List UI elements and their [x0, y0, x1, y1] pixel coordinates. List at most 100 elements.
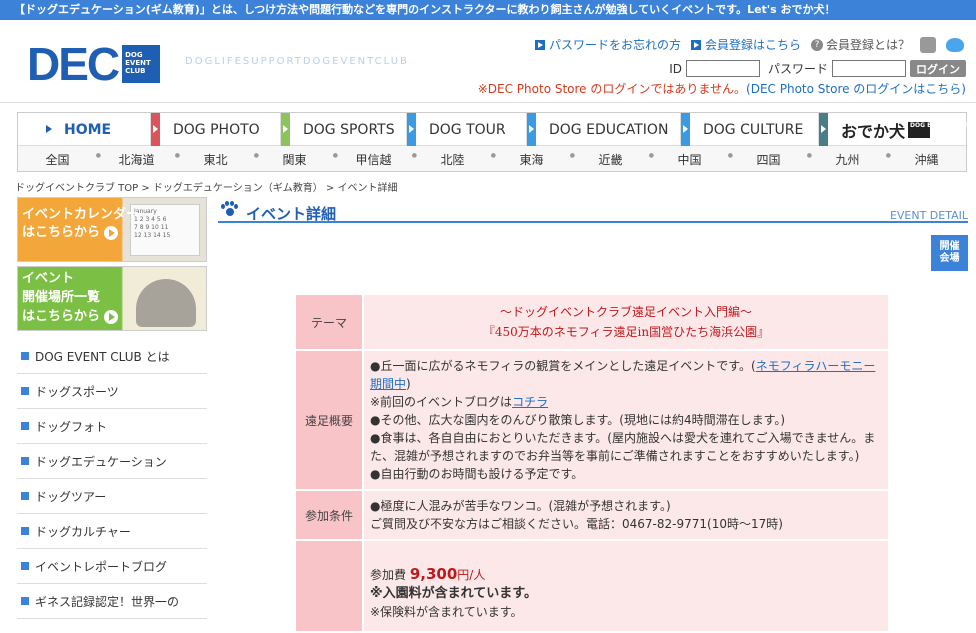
side-item-tour[interactable]: ドッグツアー	[17, 479, 207, 514]
fee-note: ※保険料が含まれています。	[370, 605, 523, 619]
calendar-icon: January 1 2 3 4 5 67 8 9 10 11 12 13 14 15	[130, 204, 200, 256]
region-kyushu[interactable]: 九州	[808, 151, 891, 168]
venue-list-banner[interactable]: イベント 開催場所一覧 はこちらから	[17, 266, 207, 331]
logo-text: DEC	[27, 38, 120, 90]
twitter-icon[interactable]	[946, 37, 964, 52]
question-icon: ?	[810, 38, 823, 51]
region-kanto[interactable]: 関東	[255, 151, 338, 168]
login-form: ID パスワード ログイン	[669, 60, 966, 77]
side-item-label: ドッグスポーツ	[35, 384, 119, 399]
arrow-square-icon	[690, 39, 701, 50]
region-koshinetsu[interactable]: 甲信越	[334, 151, 417, 168]
photo-notice-text: ※DEC Photo Store のログインではありません。	[477, 82, 747, 96]
overview-text: ●自由行動のお時間も設ける予定です。	[370, 467, 584, 481]
nav-dog-photo-label: DOG PHOTO	[173, 121, 260, 138]
section-header: イベント詳細 EVENT DETAIL	[218, 197, 968, 223]
region-kinki[interactable]: 近畿	[571, 151, 654, 168]
side-item-blog[interactable]: イベントレポートブログ	[17, 549, 207, 584]
forgot-password-link[interactable]: パスワードをお忘れの方	[534, 36, 681, 53]
fee-note: ※入園料が含まれています。	[370, 586, 537, 601]
side-item-about[interactable]: DOG EVENT CLUB とは	[17, 339, 207, 374]
nav-bar-icon	[407, 113, 416, 146]
nav-dog-education[interactable]: DOG EDUCATION	[527, 113, 681, 146]
about-member-link[interactable]: ? 会員登録とは？	[810, 36, 910, 53]
login-button[interactable]: ログイン	[910, 60, 966, 77]
side-item-label: DOG EVENT CLUB とは	[35, 349, 170, 364]
region-zenkoku[interactable]: 全国	[18, 151, 101, 168]
logo-tagline: DOGLIFESUPPORTDOGEVENTCLUB	[185, 56, 409, 67]
dog-photo	[136, 279, 196, 327]
password-input[interactable]	[832, 60, 906, 77]
fee-unit: 円/人	[457, 568, 486, 582]
logo-box: DOG EVENT CLUB	[122, 45, 161, 83]
region-hokuriku[interactable]: 北陸	[413, 151, 496, 168]
side-item-label: ドッグカルチャー	[35, 524, 131, 539]
banner-text: イベント 開催場所一覧 はこちらから	[22, 269, 119, 326]
region-tokai[interactable]: 東海	[492, 151, 575, 168]
sidebar: January 1 2 3 4 5 67 8 9 10 11 12 13 14 15…	[17, 197, 207, 619]
square-bullet-icon	[21, 422, 29, 430]
theme-label: テーマ	[296, 295, 362, 349]
arrow-right-icon	[104, 309, 119, 324]
event-calendar-banner[interactable]: January 1 2 3 4 5 67 8 9 10 11 12 13 14 15…	[17, 197, 207, 262]
id-label: ID	[669, 61, 682, 76]
nav-dog-culture-label: DOG CULTURE	[703, 121, 804, 138]
banner2-line3: はこちらから	[22, 309, 101, 324]
table-row: 遠足概要 ●丘一面に広がるネモフィラの観賞をメインとした遠足イベントです。(ネモ…	[296, 351, 888, 489]
nav-odekake[interactable]: おでか犬 DOG EVENT CLUB	[819, 113, 969, 146]
nav-dog-culture[interactable]: DOG CULTURE	[681, 113, 819, 146]
side-item-label: イベントレポートブログ	[35, 559, 168, 574]
side-item-photo[interactable]: ドッグフォト	[17, 409, 207, 444]
side-item-guinness[interactable]: ギネス記録認定！世界一の	[17, 584, 207, 619]
fee-value: 9,300	[409, 565, 458, 583]
breadcrumb[interactable]: ドッグイベントクラブ TOP > ドッグエデュケーション（ギム教育） > イベン…	[15, 179, 397, 194]
banner1-line1: イベントカレンダー	[22, 207, 140, 222]
theme-line2: 『450万本のネモフィラ遠足in国営ひたち海浜公園』	[482, 325, 770, 339]
condition-label: 参加条件	[296, 491, 362, 539]
square-bullet-icon	[21, 527, 29, 535]
nav-home[interactable]: HOME	[18, 113, 151, 146]
condition-text: ●極度に人混みが苦手なワンコ。(混雑が予想されます。)	[370, 499, 671, 513]
side-menu: DOG EVENT CLUB とは ドッグスポーツ ドッグフォト ドッグエデュケ…	[17, 339, 207, 619]
page-title: イベント詳細	[246, 205, 337, 223]
side-item-label: ドッグフォト	[35, 419, 108, 434]
main-navigation: HOME DOG PHOTO DOG SPORTS DOG TOUR DOG E…	[17, 112, 969, 172]
page-subtitle: EVENT DETAIL	[889, 209, 968, 222]
condition-text: ご質問及び不安な方はご相談ください。電話：0467-82-9771(10時〜17…	[370, 517, 783, 531]
nav-dog-sports[interactable]: DOG SPORTS	[281, 113, 407, 146]
banner1-line2: はこちらから	[22, 225, 101, 240]
venue-button[interactable]: 開催 会場	[931, 235, 968, 271]
venue-button-line1: 開催	[939, 241, 960, 252]
id-input[interactable]	[685, 60, 760, 77]
region-okinawa[interactable]: 沖縄	[887, 151, 966, 168]
dec-logo[interactable]: DEC DOG EVENT CLUB	[27, 38, 161, 90]
overview-text: ※前回のイベントブログは	[370, 395, 513, 409]
table-row: 参加費 9,300円/人 ※入園料が含まれています。 ※保険料が含まれています。	[296, 541, 888, 631]
banner-text: イベントカレンダー はこちらから	[22, 206, 139, 242]
side-item-education[interactable]: ドッグエデュケーション	[17, 444, 207, 479]
table-row: テーマ 〜ドッグイベントクラブ遠足イベント入門編〜 『450万本のネモフィラ遠足…	[296, 295, 888, 349]
nav-bar-icon	[819, 113, 828, 146]
register-link[interactable]: 会員登録はこちら	[690, 36, 801, 53]
dog-icon[interactable]	[920, 36, 936, 53]
arrow-right-icon	[104, 225, 119, 240]
fee-label: 参加費	[370, 568, 407, 582]
blog-link[interactable]: コチラ	[512, 395, 548, 409]
theme-content: 〜ドッグイベントクラブ遠足イベント入門編〜 『450万本のネモフィラ遠足in国営…	[364, 295, 888, 349]
region-hokkaido[interactable]: 北海道	[97, 151, 180, 168]
photo-store-link[interactable]: (DEC Photo Store のログインはこちら)	[746, 82, 966, 96]
region-chugoku[interactable]: 中国	[650, 151, 733, 168]
play-icon	[46, 125, 52, 133]
square-bullet-icon	[21, 457, 29, 465]
nav-dog-tour-label: DOG TOUR	[429, 121, 506, 138]
side-item-sports[interactable]: ドッグスポーツ	[17, 374, 207, 409]
side-item-culture[interactable]: ドッグカルチャー	[17, 514, 207, 549]
region-shikoku[interactable]: 四国	[729, 151, 812, 168]
nav-bar-icon	[151, 113, 160, 146]
nav-dog-tour[interactable]: DOG TOUR	[407, 113, 527, 146]
overview-label: 遠足概要	[296, 351, 362, 489]
region-tohoku[interactable]: 東北	[176, 151, 259, 168]
square-bullet-icon	[21, 562, 29, 570]
square-bullet-icon	[21, 492, 29, 500]
nav-dog-photo[interactable]: DOG PHOTO	[151, 113, 281, 146]
